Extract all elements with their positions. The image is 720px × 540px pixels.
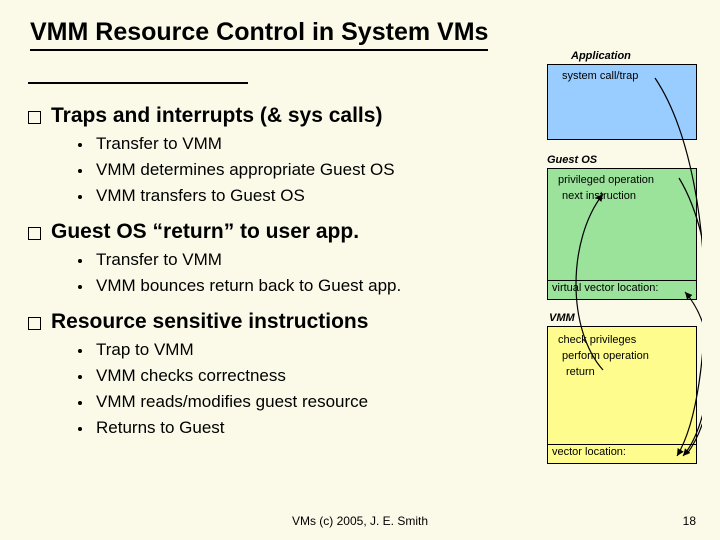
next-instruction-text: next instruction: [562, 189, 636, 204]
return-text: return: [566, 365, 595, 380]
application-label: Application: [571, 50, 631, 62]
sub-list-1: Transfer to VMM VMM determines appropria…: [78, 134, 528, 206]
dot-icon: [78, 195, 82, 199]
sub-list-2: Transfer to VMM VMM bounces return back …: [78, 250, 528, 296]
bullet-text: Resource sensitive instructions: [51, 310, 368, 334]
bullet-text: Guest OS “return” to user app.: [51, 220, 359, 244]
bullet-text: Traps and interrupts (& sys calls): [51, 104, 382, 128]
list-item: VMM determines appropriate Guest OS: [78, 160, 528, 180]
sub-text: Trap to VMM: [96, 340, 194, 360]
list-item: Returns to Guest: [78, 418, 528, 438]
dot-icon: [78, 401, 82, 405]
sub-text: VMM determines appropriate Guest OS: [96, 160, 395, 180]
guest-os-box: privileged operation next instruction vi…: [547, 168, 697, 300]
slide-title: VMM Resource Control in System VMs: [30, 18, 488, 51]
vmm-box: check privileges perform operation retur…: [547, 326, 697, 464]
diagram: Application system call/trap Guest OS pr…: [547, 50, 702, 510]
dot-icon: [78, 349, 82, 353]
list-item: VMM reads/modifies guest resource: [78, 392, 528, 412]
title-underline: [28, 82, 248, 84]
dot-icon: [78, 169, 82, 173]
content-area: Traps and interrupts (& sys calls) Trans…: [28, 90, 528, 444]
privileged-op-text: privileged operation: [558, 173, 654, 188]
vector-location-text: vector location:: [552, 445, 626, 460]
syscall-trap-text: system call/trap: [562, 69, 638, 84]
bullet-box-icon: [28, 227, 41, 240]
dot-icon: [78, 285, 82, 289]
check-privileges-text: check privileges: [558, 333, 636, 348]
perform-operation-text: perform operation: [562, 349, 649, 364]
application-box: system call/trap: [547, 64, 697, 140]
virtual-vector-location-text: virtual vector location:: [552, 281, 658, 296]
list-item: VMM transfers to Guest OS: [78, 186, 528, 206]
bullet-2: Guest OS “return” to user app.: [28, 220, 528, 244]
sub-text: Transfer to VMM: [96, 250, 222, 270]
sub-text: VMM reads/modifies guest resource: [96, 392, 368, 412]
guest-os-label: Guest OS: [547, 154, 597, 166]
sub-text: Returns to Guest: [96, 418, 225, 438]
bullet-1: Traps and interrupts (& sys calls): [28, 104, 528, 128]
vmm-label: VMM: [549, 312, 575, 324]
bullet-box-icon: [28, 111, 41, 124]
sub-text: VMM checks correctness: [96, 366, 286, 386]
footer-copyright: VMs (c) 2005, J. E. Smith: [0, 514, 720, 528]
dot-icon: [78, 143, 82, 147]
dot-icon: [78, 259, 82, 263]
bullet-3: Resource sensitive instructions: [28, 310, 528, 334]
sub-text: Transfer to VMM: [96, 134, 222, 154]
list-item: VMM bounces return back to Guest app.: [78, 276, 528, 296]
sub-list-3: Trap to VMM VMM checks correctness VMM r…: [78, 340, 528, 438]
list-item: VMM checks correctness: [78, 366, 528, 386]
dot-icon: [78, 375, 82, 379]
list-item: Transfer to VMM: [78, 250, 528, 270]
list-item: Trap to VMM: [78, 340, 528, 360]
sub-text: VMM bounces return back to Guest app.: [96, 276, 401, 296]
bullet-box-icon: [28, 317, 41, 330]
dot-icon: [78, 427, 82, 431]
list-item: Transfer to VMM: [78, 134, 528, 154]
page-number: 18: [683, 514, 696, 528]
sub-text: VMM transfers to Guest OS: [96, 186, 305, 206]
